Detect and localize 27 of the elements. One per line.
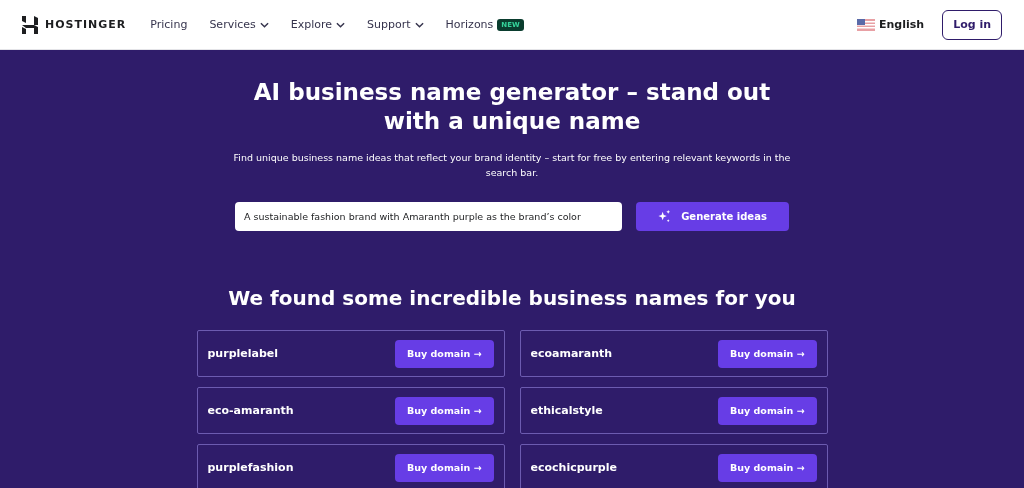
nav-link[interactable]: Services	[209, 18, 269, 31]
sparkle-icon	[658, 210, 672, 223]
logo-icon	[22, 15, 38, 34]
nav-link[interactable]: Explore	[290, 18, 346, 31]
login-button[interactable]: Log in	[942, 9, 1002, 40]
flag-icon	[857, 18, 875, 31]
business-name: ethicalstyle	[530, 404, 603, 417]
business-name: ecochicpurple	[530, 461, 617, 474]
search-field[interactable]: A sustainable fashion brand with Amaranth purple as the brand’s color	[235, 202, 622, 231]
nav-link[interactable]: Support	[367, 18, 424, 31]
buy-domain-button[interactable]: Buy domain →	[395, 339, 494, 368]
language-selector[interactable]: English	[857, 18, 925, 31]
buy-domain-button[interactable]: Buy domain →	[395, 453, 494, 482]
buy-domain-button[interactable]: Buy domain →	[718, 339, 817, 368]
results-heading: We found some incredible business names for you	[228, 286, 796, 310]
page-title: AI business name generator – stand out with a unique name	[252, 78, 772, 136]
business-name: purplelabel	[207, 347, 279, 360]
business-name: ecoamaranth	[530, 347, 613, 360]
buy-domain-button[interactable]: Buy domain →	[718, 396, 817, 425]
buy-domain-button[interactable]: Buy domain →	[395, 396, 494, 425]
buy-domain-button[interactable]: Buy domain →	[718, 453, 817, 482]
page-subtitle: Find unique business name ideas that reflect your brand identity – start for free by entering relevant keywords in the search bar.	[232, 151, 792, 180]
logo-text: HOSTINGER	[45, 18, 127, 31]
nav-link[interactable]: Pricing	[150, 18, 188, 31]
business-name: eco-amaranth	[207, 404, 294, 417]
generate-button[interactable]: Generate ideas	[636, 202, 789, 231]
business-name: purplefashion	[207, 461, 294, 474]
